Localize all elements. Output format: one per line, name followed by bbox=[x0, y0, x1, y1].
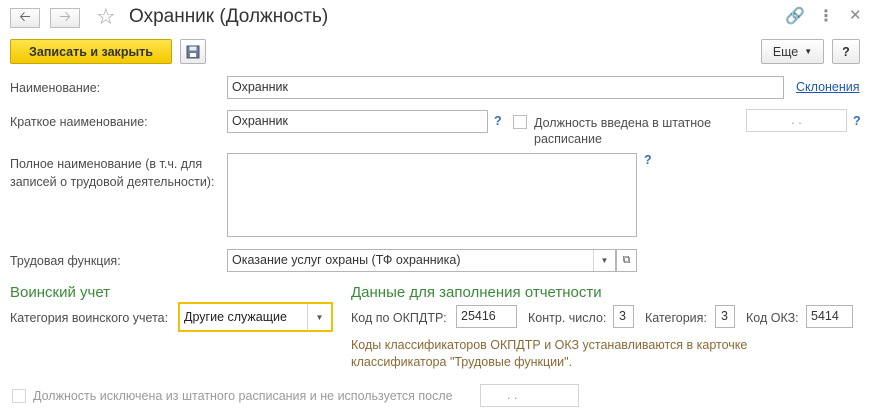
full-name-help[interactable]: ? bbox=[644, 153, 652, 167]
okz-field[interactable]: 5414 bbox=[806, 305, 853, 328]
military-category-select[interactable]: Другие служащие ▼ bbox=[178, 302, 333, 332]
full-name-textarea[interactable] bbox=[227, 153, 637, 237]
excluded-checkbox[interactable] bbox=[12, 389, 26, 403]
more-label: Еще bbox=[772, 44, 799, 59]
save-button[interactable] bbox=[180, 39, 206, 64]
staff-date-help[interactable]: ? bbox=[853, 114, 861, 128]
short-name-field[interactable]: Охранник bbox=[227, 110, 488, 133]
help-button[interactable]: ? bbox=[832, 39, 860, 64]
chevron-down-icon: ▼ bbox=[804, 47, 813, 56]
military-category-label: Категория воинского учета: bbox=[10, 311, 169, 325]
full-name-label-line1: Полное наименование (в т.ч. для bbox=[10, 157, 203, 171]
full-name-label-line2: записей о трудовой деятельности): bbox=[10, 175, 215, 189]
name-field[interactable]: Охранник bbox=[227, 76, 784, 99]
labor-function-value: Оказание услуг охраны (ТФ охранника) bbox=[232, 253, 461, 267]
classifier-hint-line2: классификатора "Трудовые функции". bbox=[351, 355, 573, 369]
declensions-link[interactable]: Склонения bbox=[796, 80, 860, 94]
close-icon[interactable]: ✕ bbox=[849, 6, 862, 24]
staff-checkbox-label: Должность введена в штатное расписание bbox=[534, 115, 711, 147]
okpdtr-field[interactable]: 25416 bbox=[456, 305, 517, 328]
vertical-dots-icon[interactable]: ⋮ bbox=[818, 6, 834, 26]
help-label: ? bbox=[842, 44, 850, 59]
arrow-left-icon: 🡠 bbox=[19, 8, 31, 24]
forward-button[interactable]: 🡢 bbox=[50, 8, 80, 28]
arrow-right-icon: 🡢 bbox=[59, 8, 71, 24]
page-title: Охранник (Должность) bbox=[129, 6, 329, 27]
military-category-value: Другие служащие bbox=[184, 310, 287, 324]
star-icon[interactable]: ☆ bbox=[96, 4, 116, 30]
short-name-label: Краткое наименование: bbox=[10, 115, 148, 129]
reporting-section-title: Данные для заполнения отчетности bbox=[351, 284, 602, 301]
labor-function-label: Трудовая функция: bbox=[10, 254, 121, 268]
control-number-label: Контр. число: bbox=[528, 311, 607, 325]
open-window-icon: ⧉ bbox=[622, 254, 631, 266]
classifier-hint: Коды классификаторов ОКПДТР и ОКЗ устана… bbox=[351, 337, 747, 371]
more-button[interactable]: Еще ▼ bbox=[761, 39, 824, 64]
okz-label: Код ОКЗ: bbox=[746, 311, 799, 325]
okpdtr-label: Код по ОКПДТР: bbox=[351, 311, 447, 325]
staff-checkbox-label-line2: расписание bbox=[534, 132, 602, 146]
chevron-down-icon[interactable]: ▼ bbox=[307, 304, 331, 330]
staff-checkbox-label-line1: Должность введена в штатное bbox=[534, 116, 712, 130]
control-number-field[interactable]: 3 bbox=[613, 305, 634, 328]
link-icon[interactable]: 🔗 bbox=[785, 6, 805, 26]
classifier-hint-line1: Коды классификаторов ОКПДТР и ОКЗ устана… bbox=[351, 338, 748, 352]
open-button[interactable]: ⧉ bbox=[616, 249, 637, 272]
labor-function-select[interactable]: Оказание услуг охраны (ТФ охранника) ▼ bbox=[227, 249, 616, 272]
full-name-label: Полное наименование (в т.ч. для записей … bbox=[10, 155, 214, 191]
excluded-date-field[interactable]: . . bbox=[480, 384, 579, 407]
chevron-down-icon[interactable]: ▼ bbox=[593, 250, 615, 271]
short-name-help[interactable]: ? bbox=[494, 114, 502, 128]
military-section-title: Воинский учет bbox=[10, 284, 111, 301]
excluded-label: Должность исключена из штатного расписан… bbox=[33, 389, 453, 403]
staff-checkbox[interactable] bbox=[513, 115, 527, 129]
floppy-icon bbox=[186, 45, 200, 58]
category-field[interactable]: 3 bbox=[715, 305, 735, 328]
save-close-button[interactable]: Записать и закрыть bbox=[10, 39, 172, 64]
back-button[interactable]: 🡠 bbox=[10, 8, 40, 28]
staff-date-field[interactable]: . . bbox=[746, 109, 847, 132]
name-label: Наименование: bbox=[10, 81, 101, 95]
save-close-label: Записать и закрыть bbox=[29, 44, 153, 59]
category-label: Категория: bbox=[645, 311, 707, 325]
